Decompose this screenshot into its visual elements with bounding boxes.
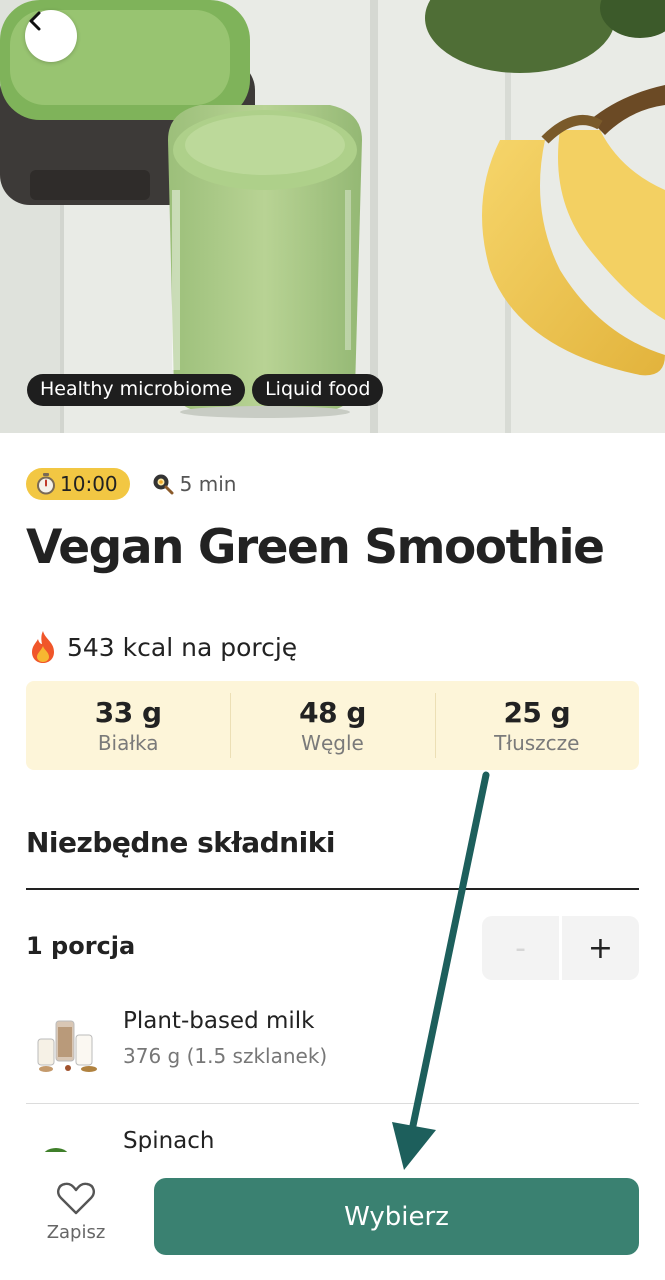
recipe-meta: 10:00 5 min bbox=[26, 468, 236, 500]
plant-milk-image bbox=[37, 1020, 97, 1072]
fire-icon bbox=[32, 631, 54, 663]
portion-stepper: - + bbox=[482, 916, 639, 980]
macro-carbs: 48 g Węgle bbox=[230, 681, 434, 770]
prep-time-value: 5 min bbox=[179, 472, 237, 496]
macro-fat: 25 g Tłuszcze bbox=[434, 681, 639, 770]
choose-button[interactable]: Wybierz bbox=[154, 1178, 639, 1255]
tag-liquid-food: Liquid food bbox=[252, 374, 384, 406]
ingredient-divider bbox=[26, 1103, 639, 1104]
calories-text: 543 kcal na porcję bbox=[67, 632, 298, 662]
macro-label: Białka bbox=[97, 731, 159, 755]
macro-value: 48 g bbox=[299, 696, 366, 729]
back-arrow-icon bbox=[29, 11, 41, 31]
macro-value: 33 g bbox=[94, 696, 162, 729]
timer-badge: 10:00 bbox=[26, 468, 130, 500]
stopwatch-icon bbox=[37, 473, 55, 495]
portion-label: 1 porcja bbox=[26, 932, 136, 960]
ingredients-section-title: Niezbędne składniki bbox=[26, 826, 335, 859]
calories-row: 543 kcal na porcję bbox=[27, 630, 297, 664]
ingredient-item[interactable]: Plant-based milk 376 g (1.5 szklanek) bbox=[26, 1008, 639, 1078]
heart-icon bbox=[57, 1182, 95, 1215]
save-button[interactable]: Zapisz bbox=[40, 1182, 112, 1243]
recipe-tags: Healthy microbiome Liquid food bbox=[27, 374, 384, 406]
macro-value: 25 g bbox=[503, 696, 571, 729]
macros-panel: 33 g Białka 48 g Węgle 25 g Tłuszcze bbox=[26, 681, 639, 770]
section-divider bbox=[26, 888, 639, 890]
save-label: Zapisz bbox=[46, 1222, 106, 1243]
tag-healthy-microbiome: Healthy microbiome bbox=[27, 374, 246, 406]
macro-label: Węgle bbox=[301, 731, 364, 755]
decrease-portion-button[interactable]: - bbox=[482, 916, 559, 980]
recipe-hero-image: Healthy microbiome Liquid food bbox=[0, 0, 665, 433]
ingredient-name: Spinach bbox=[123, 1128, 215, 1154]
ingredient-amount: 376 g (1.5 szklanek) bbox=[123, 1044, 328, 1068]
timer-value: 10:00 bbox=[60, 472, 118, 496]
macro-protein: 33 g Białka bbox=[26, 681, 230, 770]
increase-portion-button[interactable]: + bbox=[562, 916, 639, 980]
recipe-title: Vegan Green Smoothie bbox=[26, 520, 605, 575]
ingredient-name: Plant-based milk bbox=[123, 1008, 315, 1034]
frying-pan-icon bbox=[153, 474, 174, 495]
macro-label: Tłuszcze bbox=[494, 731, 580, 755]
back-button[interactable] bbox=[25, 10, 77, 62]
bottom-action-bar: Zapisz Wybierz bbox=[0, 1152, 665, 1280]
prep-time: 5 min bbox=[152, 472, 237, 496]
smoothie-photo bbox=[0, 0, 665, 433]
